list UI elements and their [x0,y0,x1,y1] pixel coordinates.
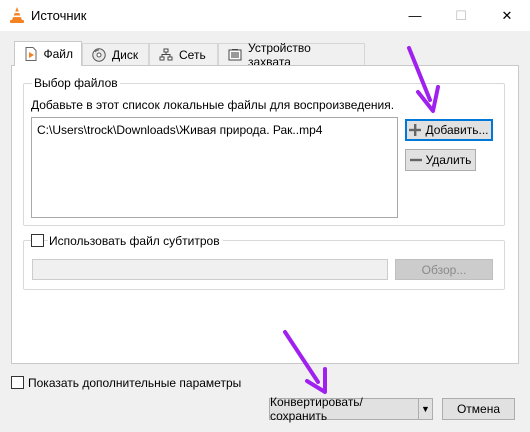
minimize-button[interactable]: — [392,0,438,31]
dialog-body: Файл Диск Сеть Устройство захвата Выбор … [0,31,530,432]
tab-network[interactable]: Сеть [149,43,218,65]
tab-disc-label: Диск [112,47,139,62]
use-subtitles-label[interactable]: Использовать файл субтитров [48,234,223,248]
tab-capture-device[interactable]: Устройство захвата [218,41,365,69]
maximize-button[interactable]: ☐ [438,0,484,31]
browse-button-label: Обзор... [421,262,467,277]
title-bar: Источник — ☐ ✕ [0,0,530,31]
browse-button: Обзор... [395,259,493,280]
network-icon [159,48,173,62]
convert-save-button[interactable]: Конвертировать/сохранить ▼ [269,395,433,423]
file-selection-hint: Добавьте в этот список локальные файлы д… [31,98,395,112]
file-selection-title: Выбор файлов [32,76,120,90]
close-button[interactable]: ✕ [484,0,530,31]
maximize-icon: ☐ [455,7,467,23]
chevron-down-icon: ▼ [421,404,430,414]
tab-file-label: Файл [43,47,73,61]
minus-icon [409,154,422,166]
remove-button-label: Удалить [425,153,472,167]
file-list-item[interactable]: C:\Users\trock\Downloads\Живая природа. … [37,123,322,137]
capture-device-icon [228,48,242,62]
tab-file[interactable]: Файл [14,41,82,66]
show-more-options-checkbox[interactable] [11,376,24,389]
tab-network-label: Сеть [179,47,206,62]
remove-button[interactable]: Удалить [405,149,476,171]
file-play-icon [24,47,37,61]
cancel-button[interactable]: Отмена [442,398,515,420]
plus-icon [409,124,422,136]
convert-dropdown-arrow[interactable]: ▼ [418,399,432,419]
close-icon: ✕ [501,7,513,23]
add-button-label: Добавить... [425,123,489,137]
vlc-cone-icon [8,6,26,24]
cancel-button-label: Отмена [456,402,501,416]
show-more-options-label[interactable]: Показать дополнительные параметры [28,376,241,390]
file-list[interactable]: C:\Users\trock\Downloads\Живая природа. … [31,117,398,218]
window-title: Источник [31,8,87,23]
tab-disc[interactable]: Диск [82,43,149,65]
add-button[interactable]: Добавить... [405,119,493,141]
disc-icon [92,47,106,62]
minimize-icon: — [408,8,422,23]
use-subtitles-checkbox[interactable] [31,234,44,247]
convert-save-button-label: Конвертировать/сохранить [270,395,363,423]
subtitle-file-field [32,259,388,280]
